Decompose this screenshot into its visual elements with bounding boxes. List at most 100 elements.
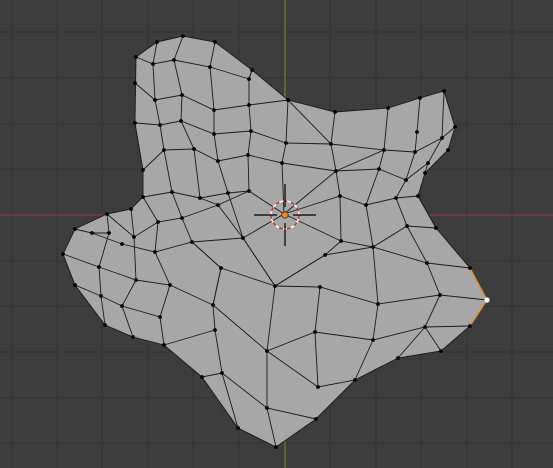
vertex[interactable]: [376, 302, 380, 306]
vertex[interactable]: [208, 65, 212, 69]
vertex[interactable]: [439, 349, 443, 353]
vertex[interactable]: [440, 136, 444, 140]
vertex[interactable]: [120, 304, 124, 308]
vertex[interactable]: [97, 265, 101, 269]
vertex[interactable]: [162, 148, 166, 152]
vertex[interactable]: [151, 62, 155, 66]
vertex[interactable]: [334, 169, 338, 173]
vertex[interactable]: [247, 189, 251, 193]
vertex[interactable]: [158, 315, 162, 319]
vertex[interactable]: [141, 168, 145, 172]
vertex[interactable]: [168, 283, 172, 287]
vertex[interactable]: [453, 125, 457, 129]
vertex[interactable]: [212, 132, 216, 136]
vertex[interactable]: [73, 283, 77, 287]
vertex[interactable]: [216, 203, 220, 207]
vertex[interactable]: [107, 231, 111, 235]
vertex[interactable]: [192, 147, 196, 151]
vertex[interactable]: [212, 108, 216, 112]
vertex[interactable]: [131, 335, 135, 339]
vertex[interactable]: [153, 250, 157, 254]
vertex[interactable]: [179, 119, 183, 123]
vertex[interactable]: [213, 40, 217, 44]
vertex[interactable]: [313, 330, 317, 334]
vertex[interactable]: [180, 93, 184, 97]
vertex[interactable]: [442, 89, 446, 93]
vertex[interactable]: [200, 375, 204, 379]
vertex[interactable]: [371, 338, 375, 342]
vertex[interactable]: [468, 266, 472, 270]
vertex[interactable]: [274, 445, 278, 449]
vertex[interactable]: [265, 349, 269, 353]
vertex[interactable]: [198, 196, 202, 200]
vertex[interactable]: [129, 207, 133, 211]
vertex[interactable]: [371, 245, 375, 249]
vertex[interactable]: [134, 55, 138, 59]
vertex[interactable]: [141, 195, 145, 199]
vertex[interactable]: [219, 266, 223, 270]
vertex[interactable]: [404, 178, 408, 182]
vertex[interactable]: [250, 68, 254, 72]
vertex[interactable]: [413, 150, 417, 154]
vertex[interactable]: [405, 224, 409, 228]
vertex[interactable]: [316, 385, 320, 389]
vertex[interactable]: [339, 239, 343, 243]
vertex[interactable]: [246, 153, 250, 157]
vertex[interactable]: [423, 171, 427, 175]
3d-viewport[interactable]: [0, 0, 553, 468]
vertex[interactable]: [90, 231, 94, 235]
vertex[interactable]: [438, 293, 442, 297]
vertex[interactable]: [284, 141, 288, 145]
vertex[interactable]: [333, 110, 337, 114]
vertex[interactable]: [133, 121, 137, 125]
vertex[interactable]: [416, 194, 420, 198]
vertex[interactable]: [99, 294, 103, 298]
vertex[interactable]: [181, 34, 185, 38]
vertex[interactable]: [247, 77, 251, 81]
vertex[interactable]: [156, 220, 160, 224]
vertex[interactable]: [153, 98, 157, 102]
vertex[interactable]: [134, 278, 138, 282]
vertex[interactable]: [180, 216, 184, 220]
vertex[interactable]: [273, 284, 277, 288]
vertex[interactable]: [415, 130, 419, 134]
vertex[interactable]: [468, 324, 472, 328]
vertex[interactable]: [226, 191, 230, 195]
vertex[interactable]: [338, 194, 342, 198]
vertex[interactable]: [364, 203, 368, 207]
vertex[interactable]: [353, 378, 357, 382]
vertex[interactable]: [249, 129, 253, 133]
vertex[interactable]: [386, 106, 390, 110]
vertex[interactable]: [247, 103, 251, 107]
mesh-face[interactable]: [63, 36, 487, 447]
vertex[interactable]: [103, 323, 107, 327]
selected-vertex[interactable]: [484, 297, 490, 303]
vertex[interactable]: [105, 212, 109, 216]
vertex[interactable]: [216, 159, 220, 163]
vertex[interactable]: [132, 235, 136, 239]
vertex[interactable]: [434, 226, 438, 230]
vertex[interactable]: [155, 40, 159, 44]
vertex[interactable]: [190, 240, 194, 244]
vertex[interactable]: [329, 142, 333, 146]
vertex[interactable]: [120, 242, 124, 246]
vertex[interactable]: [170, 190, 174, 194]
vertex[interactable]: [213, 328, 217, 332]
vertex[interactable]: [377, 167, 381, 171]
vertex[interactable]: [211, 303, 215, 307]
vertex[interactable]: [314, 417, 318, 421]
vertex[interactable]: [418, 96, 422, 100]
vertex[interactable]: [172, 58, 176, 62]
vertex[interactable]: [382, 148, 386, 152]
vertex[interactable]: [61, 252, 65, 256]
vertex[interactable]: [220, 371, 224, 375]
vertex[interactable]: [241, 236, 245, 240]
vertex[interactable]: [323, 253, 327, 257]
vertex[interactable]: [265, 406, 269, 410]
vertex[interactable]: [426, 161, 430, 165]
vertex[interactable]: [236, 426, 240, 430]
vertex[interactable]: [133, 81, 137, 85]
vertex[interactable]: [396, 356, 400, 360]
vertex[interactable]: [446, 148, 450, 152]
mesh-object[interactable]: [61, 34, 490, 449]
